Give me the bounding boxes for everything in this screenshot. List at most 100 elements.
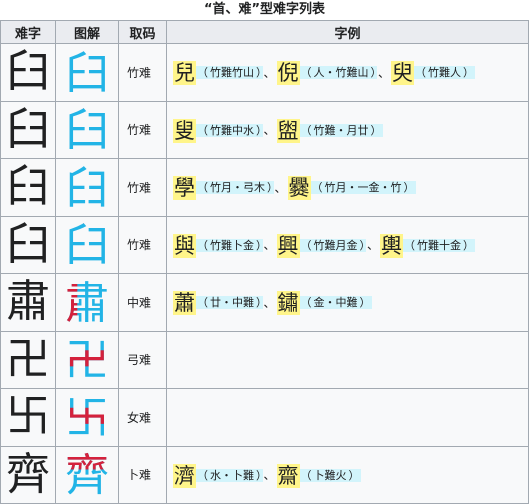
example-character: 臾 (391, 61, 415, 86)
example-code-note: 竹難人 (427, 66, 463, 80)
example-character: 齋 (276, 463, 300, 488)
code-cell: 女难 (118, 388, 167, 447)
code-cell: 弓难 (118, 330, 167, 389)
example-character: 叟 (173, 118, 196, 143)
diagram-cell: 𦥑𦥑 (55, 158, 119, 217)
note-close-paren: ） (255, 123, 263, 137)
diagram-glyph: 臼臼 (65, 47, 109, 101)
hard-character: 齊 (0, 445, 56, 504)
note-open-paren: （ (196, 296, 209, 310)
note-open-paren: （ (196, 66, 209, 80)
note-close-paren: ） (358, 296, 372, 310)
diagram-glyph: 肅肅 (65, 277, 109, 331)
example-code-note: 竹難月金 (312, 238, 359, 252)
note-open-paren: （ (414, 66, 428, 80)
example-code-note: 卜難火 (312, 468, 348, 482)
note-open-paren: （ (196, 468, 209, 482)
table-caption: “首、难”型难字列表 (203, 2, 326, 17)
hard-character: 臼 (0, 100, 56, 159)
table-row: 齊齊齊卜难濟（水・卜難）、齋（卜難火） (0, 445, 529, 504)
diagram-glyph: 卐卐 (65, 392, 109, 446)
code-cell: 卜难 (118, 445, 167, 504)
table-row: 肅肅肅中难蕭（廿・中難）、鏽（金・中難） (0, 273, 529, 332)
table-row: 臼臼臼竹难與（竹難卜金）、興（竹難月金）、輿（竹難十金） (0, 215, 529, 274)
diagram-glyph: 卍卍 (65, 334, 109, 388)
diagram-glyph: 齊齊 (65, 449, 109, 503)
diagram-cell: 卍卍 (55, 330, 119, 389)
note-close-paren: ） (255, 238, 263, 252)
example-character: 鏽 (276, 291, 300, 316)
hard-character: 卐 (0, 388, 56, 447)
note-close-paren: ） (462, 66, 476, 80)
examples-cell (166, 330, 529, 389)
note-close-paren: ） (402, 181, 416, 195)
diagram-cell: 齊齊 (55, 445, 119, 504)
code-cell: 中难 (118, 273, 167, 332)
example-code-note: 竹難・月廿 (312, 123, 370, 137)
note-open-paren: （ (299, 238, 313, 252)
table-row: 𦥑 𦥑 𦥑 竹难學（竹月・弓木）、爨（竹月・一金・竹） (0, 158, 529, 217)
example-code-note: 金・中難 (312, 296, 359, 310)
example-character: 倪 (276, 61, 300, 86)
example-character: 爨 (287, 176, 311, 201)
diagram-glyph-blue: 𦥑 (65, 162, 109, 214)
code-cell: 竹难 (118, 100, 167, 159)
hard-character: 臼 (0, 43, 56, 102)
example-separator: 、 (263, 123, 276, 138)
diagram-glyph-blue: 臼 (65, 105, 109, 156)
example-character: 與 (173, 233, 196, 258)
hard-character: 臼 (0, 215, 56, 274)
example-code-note: 竹難卜金 (209, 238, 255, 252)
table-row: 臼臼臼竹难叟（竹難中水）、盥（竹難・月廿） (0, 100, 529, 159)
example-separator: 、 (263, 295, 276, 310)
examples-cell: 兒（竹難竹山）、倪（人・竹難山）、臾（竹難人） (166, 43, 529, 102)
diagram-glyph: 𦥑𦥑 (65, 162, 109, 216)
header-row: 难字 图解 取码 字例 (0, 20, 529, 44)
diagram-cell: 臼臼 (55, 43, 119, 102)
example-code-note: 竹難中水 (209, 123, 255, 137)
example-character: 興 (276, 233, 300, 258)
table-row: 卐卐卐女难 (0, 388, 529, 447)
example-code-note: 水・卜難 (209, 468, 255, 482)
hard-character: 肅 (0, 273, 56, 332)
example-code-note: 竹月・弓木 (209, 181, 266, 195)
header-diagram: 图解 (55, 20, 119, 44)
diagram-glyph: 臼臼 (65, 219, 109, 273)
note-close-paren: ） (255, 296, 263, 310)
diagram-cell: 肅肅 (55, 273, 119, 332)
note-close-paren: ） (347, 468, 361, 482)
examples-cell (166, 388, 529, 447)
note-open-paren: （ (299, 123, 313, 137)
note-open-paren: （ (196, 181, 209, 195)
diagram-cell: 臼臼 (55, 100, 119, 159)
note-open-paren: （ (403, 238, 417, 252)
example-code-note: 竹月・一金・竹 (323, 181, 403, 195)
example-character: 兒 (173, 61, 196, 86)
examples-cell: 學（竹月・弓木）、爨（竹月・一金・竹） (166, 158, 529, 217)
example-code-note: 竹難十金 (416, 238, 463, 252)
table-row: 卍卍卍弓难 (0, 330, 529, 389)
note-open-paren: （ (196, 238, 209, 252)
header-examples: 字例 (166, 20, 529, 44)
example-code-note: 人・竹難山 (312, 66, 370, 80)
diagram-cell: 卐卐 (55, 388, 119, 447)
note-close-paren: ） (255, 66, 263, 80)
note-close-paren: ） (266, 181, 274, 195)
example-separator: 、 (263, 65, 276, 80)
note-close-paren: ） (358, 238, 367, 252)
note-open-paren: （ (299, 468, 313, 482)
example-separator: 、 (263, 468, 276, 483)
note-close-paren: ） (369, 66, 378, 80)
diagram-glyph: 臼臼 (65, 104, 109, 158)
note-close-paren: ） (255, 468, 263, 482)
hard-character: 卍 (0, 330, 56, 389)
examples-cell: 與（竹難卜金）、興（竹難月金）、輿（竹難十金） (166, 215, 529, 274)
note-open-paren: （ (299, 296, 313, 310)
example-character: 濟 (173, 463, 196, 488)
diagram-glyph-blue: 臼 (65, 220, 109, 271)
example-character: 學 (173, 176, 196, 201)
diagram-glyph-blue: 臼 (65, 47, 109, 99)
examples-cell: 蕭（廿・中難）、鏽（金・中難） (166, 273, 529, 332)
hard-character-table: 难字 图解 取码 字例 臼臼臼竹难兒（竹難竹山）、倪（人・竹難山）、臾（竹難人）… (0, 20, 529, 504)
note-close-paren: ） (462, 238, 476, 252)
